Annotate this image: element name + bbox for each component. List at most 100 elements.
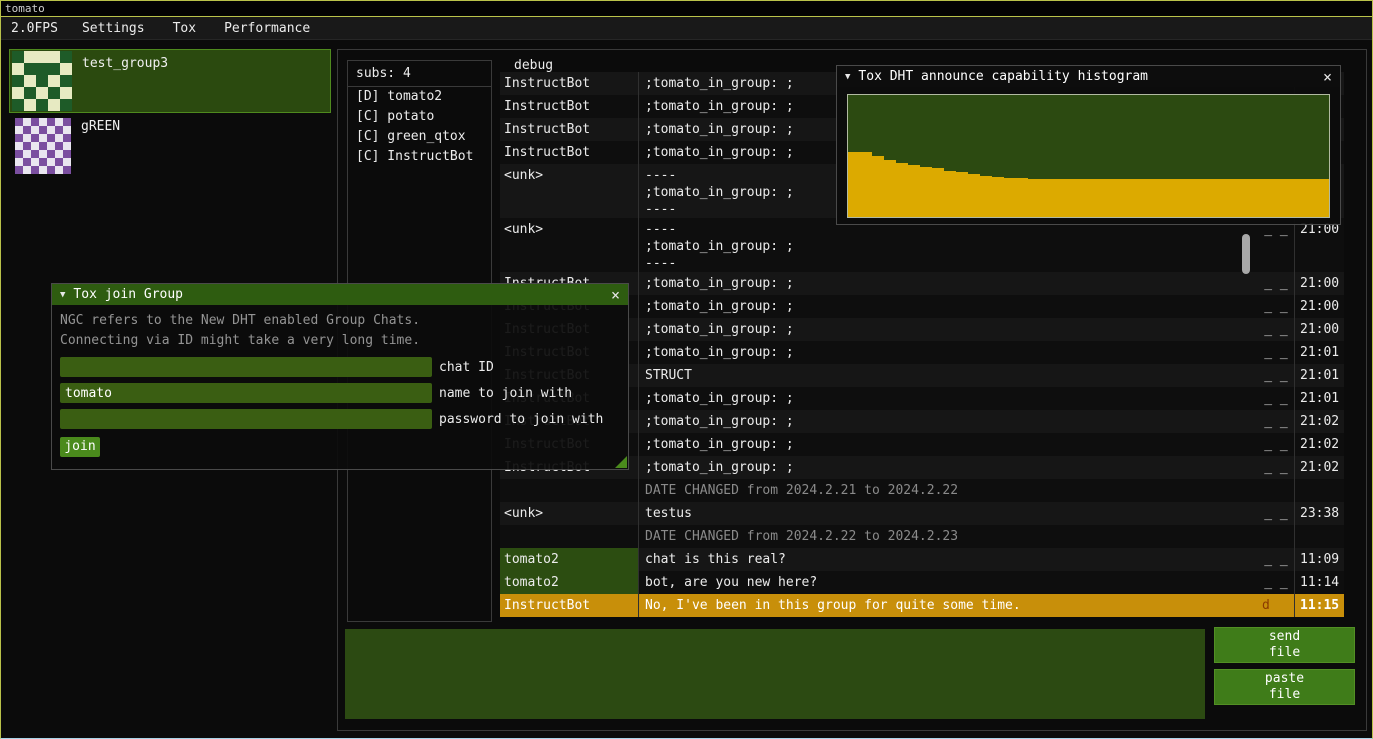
chat-message-text: ;tomato_in_group: ; [639, 410, 1258, 433]
join-window-title: Tox join Group [73, 287, 603, 302]
chat-message-flags: _ _ [1258, 410, 1294, 433]
histogram-bar [1293, 179, 1305, 217]
subs-list-item[interactable]: [D] tomato2 [348, 87, 491, 107]
histogram-bar [1053, 179, 1065, 217]
join-window-titlebar[interactable]: ▼ Tox join Group × [52, 284, 628, 305]
join-name-input[interactable] [60, 383, 432, 403]
chat-message-row[interactable]: tomato2bot, are you new here?_ _11:14 [500, 571, 1344, 594]
chat-message-time: 21:00 [1294, 318, 1344, 341]
chat-message-text: ;tomato_in_group: ; [639, 456, 1258, 479]
chat-message-flags: _ _ [1258, 295, 1294, 318]
app-window: tomato 2.0FPS Settings Tox Performance t… [0, 0, 1373, 739]
send-file-button[interactable]: send file [1214, 627, 1355, 663]
close-icon[interactable]: × [1315, 68, 1332, 86]
chat-message-flags: _ _ [1258, 387, 1294, 410]
histogram-bar [1233, 179, 1245, 217]
join-description-line2: Connecting via ID might take a very long… [60, 331, 620, 351]
chat-sender-name: <unk> [500, 502, 639, 525]
histogram-bar [1125, 179, 1137, 217]
chat-message-time: 11:15 [1294, 594, 1344, 617]
histogram-bar [1016, 178, 1028, 217]
histogram-bar [1137, 179, 1149, 217]
chat-message-flags: _ _ [1258, 364, 1294, 387]
chat-system-row[interactable]: DATE CHANGED from 2024.2.22 to 2024.2.23 [500, 525, 1344, 548]
close-icon[interactable]: × [603, 286, 620, 304]
join-description-line1: NGC refers to the New DHT enabled Group … [60, 311, 620, 331]
chat-message-time: 11:09 [1294, 548, 1344, 571]
histogram-bar [1161, 179, 1173, 217]
histogram-bar [956, 172, 968, 217]
histogram-window-titlebar[interactable]: ▼ Tox DHT announce capability histogram … [837, 66, 1340, 87]
menu-tox[interactable]: Tox [159, 21, 210, 36]
histogram-bar [1028, 179, 1040, 217]
chat-message-row[interactable]: InstructBotNo, I've been in this group f… [500, 594, 1344, 617]
join-group-window: ▼ Tox join Group × NGC refers to the New… [51, 283, 629, 470]
chat-sender-name: <unk> [500, 164, 639, 218]
subs-list-item[interactable]: [C] potato [348, 107, 491, 127]
chat-message-text: bot, are you new here? [639, 571, 1258, 594]
chat-message-time: 11:14 [1294, 571, 1344, 594]
chat-message-text: No, I've been in this group for quite so… [639, 594, 1258, 617]
window-titlebar[interactable]: tomato [1, 1, 1372, 17]
resize-grip[interactable] [615, 456, 627, 468]
paste-file-button[interactable]: paste file [1214, 669, 1355, 705]
menu-performance[interactable]: Performance [210, 21, 324, 36]
collapse-arrow-icon[interactable]: ▼ [60, 290, 65, 300]
chat-sender-name [500, 525, 639, 548]
histogram-bar [1173, 179, 1185, 217]
histogram-bar [1004, 178, 1016, 217]
histogram-bar [884, 160, 896, 217]
chat-message-row[interactable]: <unk>testus_ _23:38 [500, 502, 1344, 525]
group-item-green[interactable]: gREEN [9, 117, 331, 181]
chat-message-time: 21:00 [1294, 218, 1344, 272]
chat-message-text: ;tomato_in_group: ; [639, 387, 1258, 410]
chat-system-row[interactable]: DATE CHANGED from 2024.2.21 to 2024.2.22 [500, 479, 1344, 502]
chat-message-time: 21:02 [1294, 433, 1344, 456]
histogram-bar [1065, 179, 1077, 217]
join-password-label: password to join with [439, 412, 603, 427]
chat-message-flags: _ _ [1258, 218, 1294, 272]
group-name: gREEN [81, 119, 120, 134]
window-title: tomato [5, 2, 45, 15]
group-item-test_group3[interactable]: test_group3 [9, 49, 331, 113]
histogram-bar [1197, 179, 1209, 217]
chat-sender-name: <unk> [500, 218, 639, 272]
chat-message-text: DATE CHANGED from 2024.2.22 to 2024.2.23 [639, 525, 1258, 548]
histogram-bar [1269, 179, 1281, 217]
chat-message-text: STRUCT [639, 364, 1258, 387]
histogram-bar [1041, 179, 1053, 217]
chat-scrollbar[interactable] [1242, 234, 1250, 274]
chat-sender-name: tomato2 [500, 548, 639, 571]
chat-message-row[interactable]: tomato2chat is this real?_ _11:09 [500, 548, 1344, 571]
tab-debug[interactable]: debug [514, 58, 553, 73]
subs-list-item[interactable]: [C] InstructBot [348, 147, 491, 167]
chat-message-time: 21:00 [1294, 272, 1344, 295]
histogram-bar [1281, 179, 1293, 217]
join-password-input[interactable] [60, 409, 432, 429]
histogram-bar [1113, 179, 1125, 217]
menu-settings[interactable]: Settings [68, 21, 159, 36]
histogram-bar [1317, 179, 1329, 217]
histogram-bar [980, 176, 992, 217]
message-input[interactable] [345, 629, 1205, 719]
chat-message-flags: _ _ [1258, 502, 1294, 525]
histogram-bar [944, 171, 956, 217]
histogram-bar [1245, 179, 1257, 217]
collapse-arrow-icon[interactable]: ▼ [845, 72, 850, 82]
chat-message-row[interactable]: <unk>----;tomato_in_group: ;----_ _21:00 [500, 218, 1344, 272]
chat-message-time [1294, 525, 1344, 548]
subs-list-item[interactable]: [C] green_qtox [348, 127, 491, 147]
group-avatar [15, 118, 71, 174]
join-window-body: NGC refers to the New DHT enabled Group … [52, 305, 628, 463]
chat-message-time: 21:02 [1294, 410, 1344, 433]
dht-histogram-window: ▼ Tox DHT announce capability histogram … [836, 65, 1341, 225]
chat-message-flags: _ _ [1258, 456, 1294, 479]
chat-id-input[interactable] [60, 357, 432, 377]
chat-sender-name: InstructBot [500, 72, 639, 95]
chat-message-text: ;tomato_in_group: ; [639, 433, 1258, 456]
join-button[interactable]: join [60, 437, 100, 457]
chat-message-time: 21:01 [1294, 387, 1344, 410]
chat-message-time: 21:01 [1294, 341, 1344, 364]
histogram-bar [1101, 179, 1113, 217]
chat-message-flags: _ _ [1258, 571, 1294, 594]
